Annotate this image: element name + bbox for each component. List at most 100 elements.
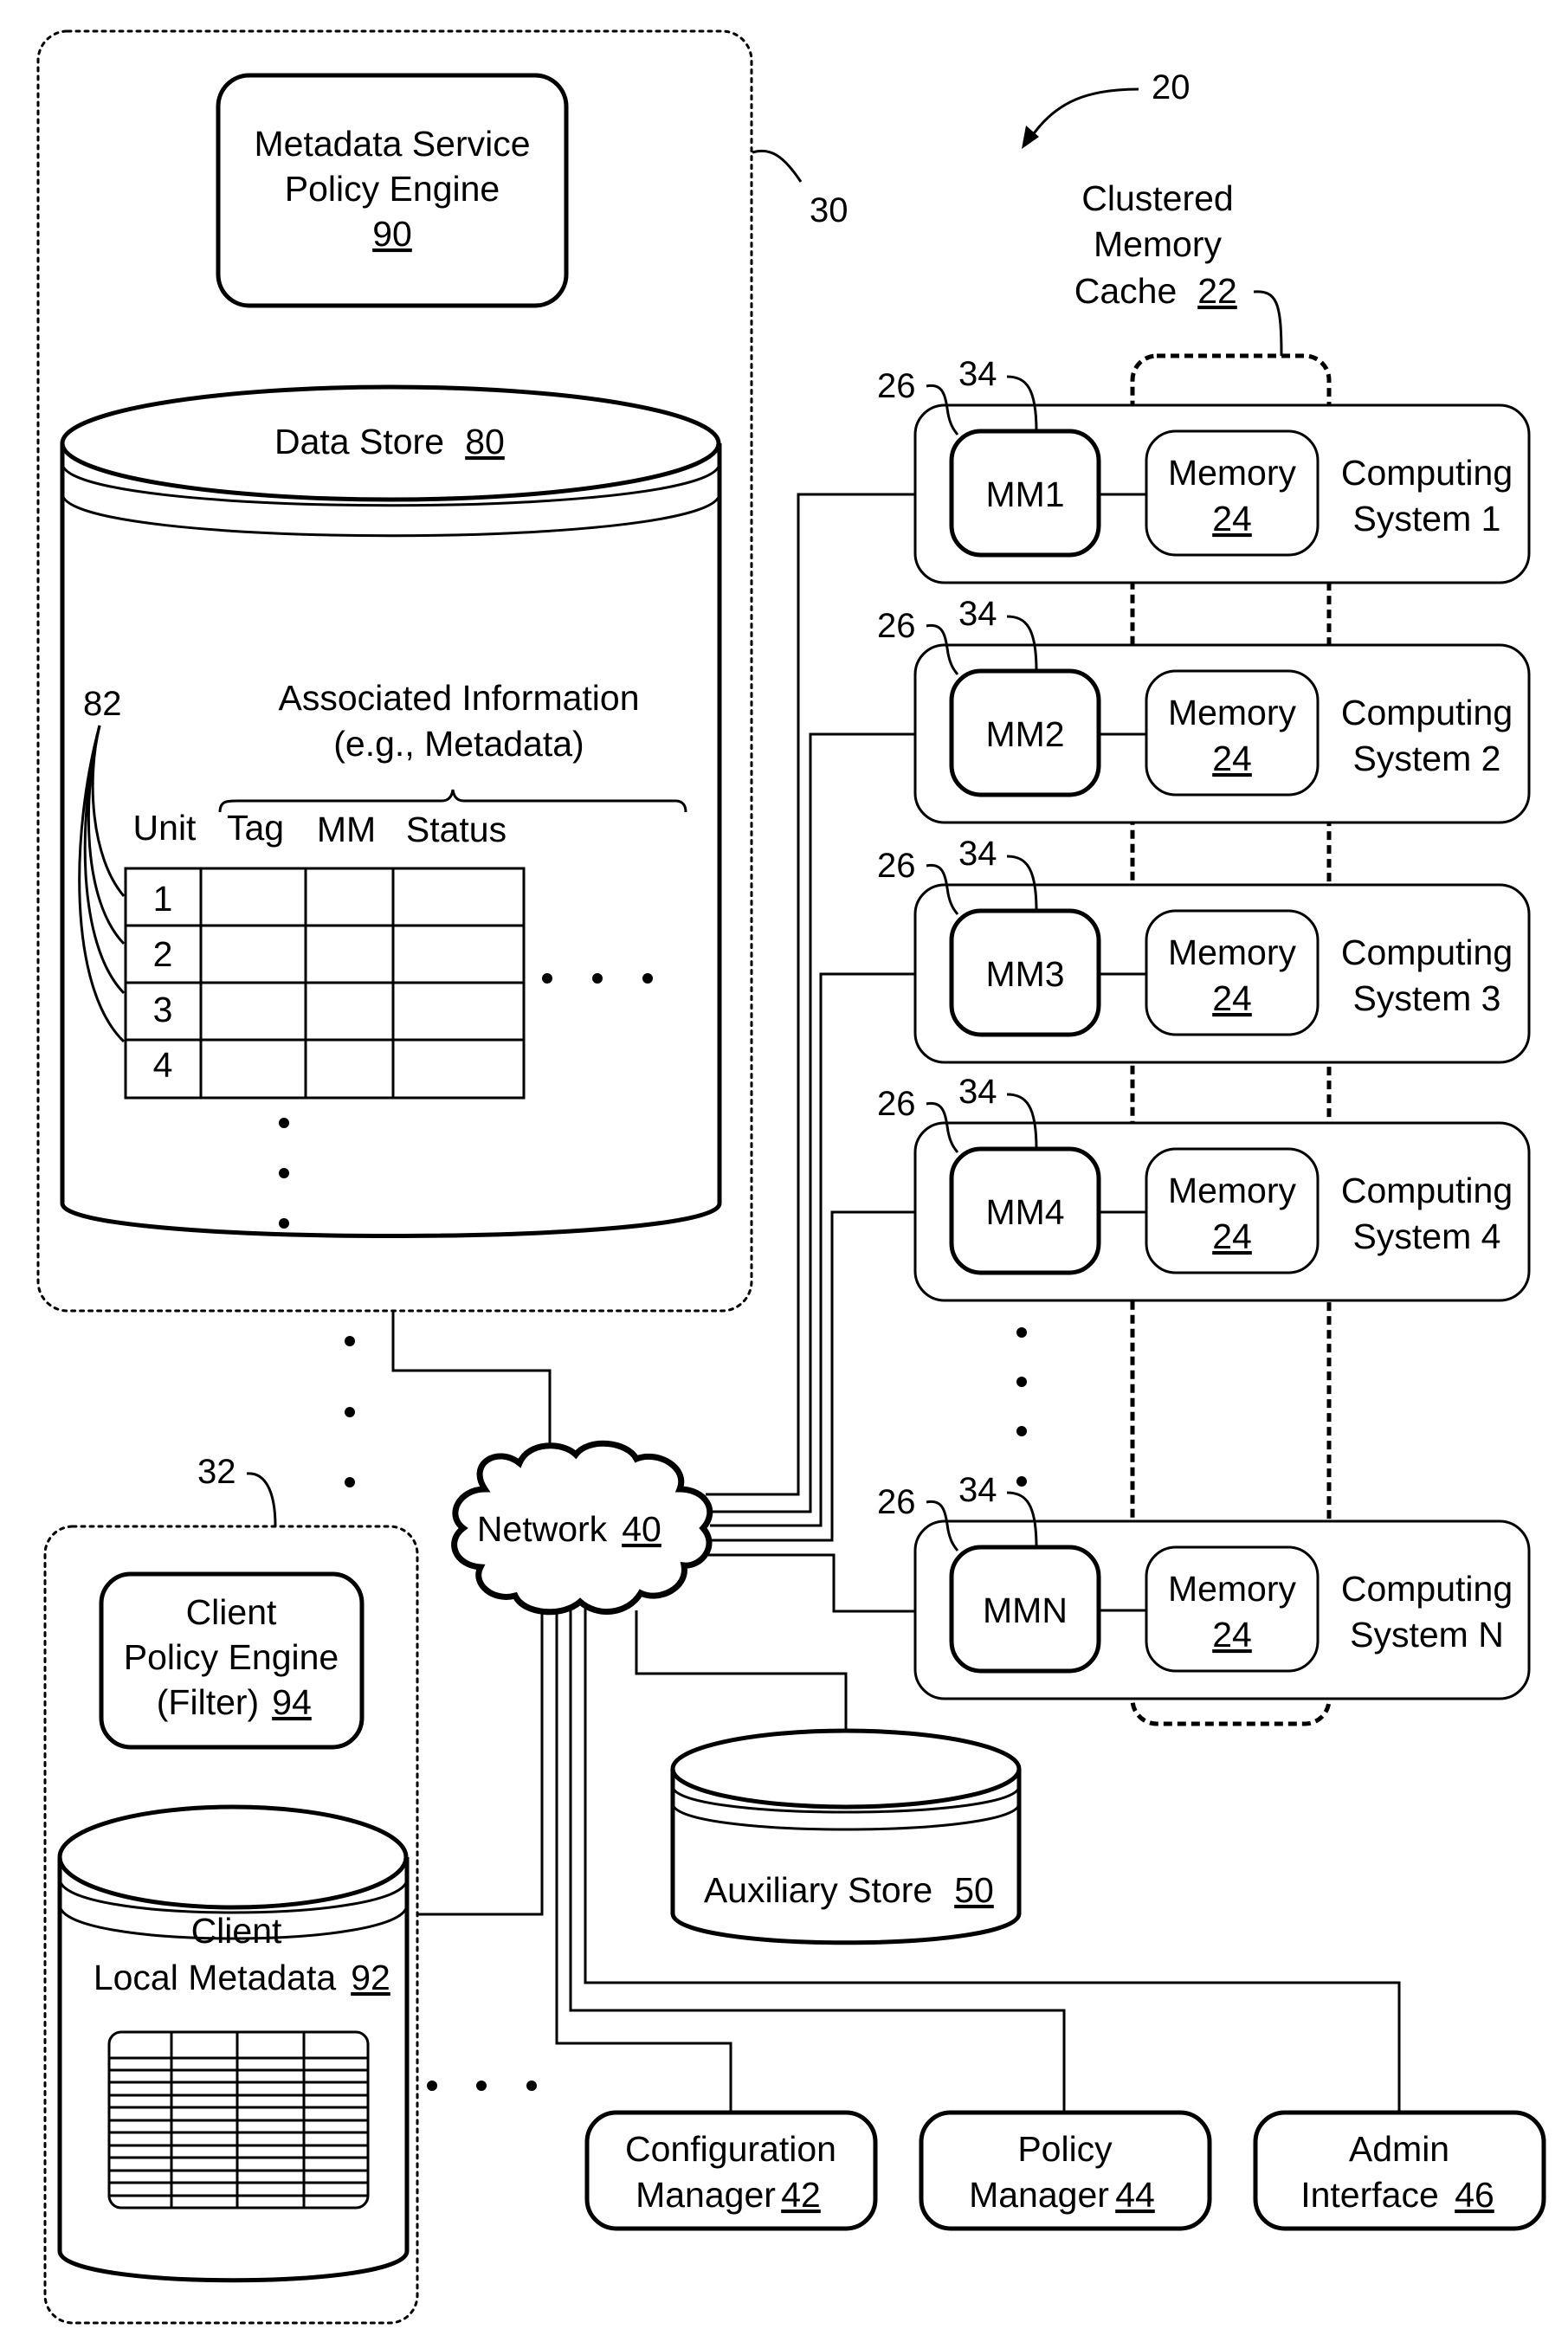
policy-engine-line1: Metadata Service (254, 124, 530, 164)
table-header-status: Status (406, 810, 507, 849)
memory-manager-label: MMN (983, 1590, 1068, 1630)
data-store-label: Data Store (274, 422, 444, 461)
client-local-metadata-ref: 92 (351, 1958, 390, 1997)
memory-label: Memory (1168, 1171, 1297, 1210)
client-policy-line1: Client (186, 1592, 277, 1632)
memory-ref: 24 (1212, 978, 1252, 1018)
computing-system[interactable]: MM1 Memory 24 Computing System 1 26 34 (877, 355, 1531, 584)
link-ref-label: 34 (958, 595, 997, 633)
more-computing-systems-ellipsis (1016, 1327, 1027, 1487)
client-ref: 32 (197, 1453, 236, 1491)
memory-label: Memory (1168, 1569, 1297, 1609)
link-ref-label: 34 (958, 1471, 997, 1509)
cluster-ref: 22 (1197, 271, 1237, 311)
computing-system-line1: Computing (1341, 1569, 1513, 1609)
system-diagram: 20 30 Metadata Service Policy Engine 90 … (36, 29, 1546, 2325)
table-row: 3 (153, 990, 173, 1029)
client-policy-ref: 94 (272, 1682, 312, 1722)
client-local-metadata-line1: Client (191, 1911, 282, 1951)
computing-system-line1: Computing (1341, 932, 1513, 972)
memory-manager-label: MM4 (985, 1192, 1064, 1232)
metadata-service-container: 30 Metadata Service Policy Engine 90 Dat… (36, 29, 849, 1313)
mm-ref-label: 26 (877, 1085, 916, 1123)
mm-ref-label: 26 (877, 847, 916, 885)
policy-engine-line2: Policy Engine (285, 169, 500, 209)
client-container: 32 Client Policy Engine (Filter) 94 Clie… (43, 1453, 419, 2325)
table-row: 2 (153, 934, 173, 974)
mm-ref-label: 26 (877, 1483, 916, 1521)
client-policy-line2: Policy Engine (124, 1637, 339, 1677)
network-cloud[interactable]: Network 40 (451, 1440, 713, 1616)
system-ref-label: 20 (1152, 68, 1191, 106)
cluster-line3: Cache (1074, 271, 1178, 311)
auxiliary-store-ref: 50 (954, 1870, 994, 1910)
auxiliary-store-cylinder[interactable]: Auxiliary Store 50 (670, 1728, 1022, 1945)
memory-ref: 24 (1212, 739, 1252, 778)
computing-system[interactable]: MMN Memory 24 Computing System N 26 34 (877, 1471, 1531, 1700)
metadata-service-ref: 30 (810, 191, 849, 229)
network-label: Network (477, 1509, 608, 1549)
computing-system-line2: System N (1350, 1615, 1504, 1655)
cluster-line1: Clustered (1081, 178, 1233, 218)
cluster-line2: Memory (1094, 224, 1223, 264)
table-row: 4 (153, 1045, 173, 1085)
policy-manager-line2: Manager (969, 2175, 1109, 2215)
config-manager-ref: 42 (781, 2175, 821, 2215)
config-manager-line1: Configuration (625, 2129, 836, 2169)
computing-system-line1: Computing (1341, 693, 1513, 732)
memory-manager-label: MM3 (985, 954, 1064, 994)
policy-manager-line1: Policy (1017, 2129, 1113, 2169)
table-header-unit: Unit (133, 808, 197, 848)
admin-interface-line2: Interface (1300, 2175, 1439, 2215)
table-row: 1 (153, 879, 173, 919)
computing-system-line2: System 4 (1353, 1216, 1501, 1256)
link-ref-label: 34 (958, 355, 997, 393)
config-manager-line2: Manager (636, 2175, 776, 2215)
client-local-metadata-line2: Local Metadata (94, 1958, 337, 1997)
memory-label: Memory (1168, 453, 1297, 493)
client-policy-line3: (Filter) (157, 1682, 259, 1722)
policy-manager[interactable]: Policy Manager 44 (919, 2110, 1212, 2231)
mm-ref-label: 26 (877, 607, 916, 645)
client-local-metadata-cylinder[interactable]: Client Local Metadata 92 (57, 1804, 410, 2283)
policy-engine-ref: 90 (372, 214, 412, 254)
computing-system[interactable]: MM4 Memory 24 Computing System 4 26 34 (877, 1073, 1531, 1302)
computing-system[interactable]: MM3 Memory 24 Computing System 3 26 34 (877, 835, 1531, 1064)
computing-system-line2: System 2 (1353, 739, 1501, 778)
link-ref-label: 34 (958, 1073, 997, 1111)
memory-ref: 24 (1212, 499, 1252, 539)
table-header-mm: MM (317, 810, 376, 849)
admin-interface[interactable]: Admin Interface 46 (1253, 2110, 1546, 2231)
computing-system-line2: System 3 (1353, 978, 1501, 1018)
client-policy-engine[interactable]: Client Policy Engine (Filter) 94 (99, 1571, 365, 1750)
client-metadata-table-icon (107, 2030, 370, 2210)
table-header-tag: Tag (227, 808, 284, 848)
computing-system-line2: System 1 (1353, 499, 1501, 539)
link-ref-label: 34 (958, 835, 997, 873)
admin-interface-ref: 46 (1455, 2175, 1494, 2215)
associated-info-line1: Associated Information (278, 678, 639, 718)
configuration-manager[interactable]: Configuration Manager 42 (584, 2110, 878, 2231)
more-clients-ellipsis (427, 2081, 537, 2091)
associated-info-line2: (e.g., Metadata) (333, 724, 584, 764)
computing-system-line1: Computing (1341, 1171, 1513, 1210)
more-services-ellipsis (345, 1336, 355, 1487)
computing-system[interactable]: MM2 Memory 24 Computing System 2 26 34 (877, 595, 1531, 824)
policy-manager-ref: 44 (1115, 2175, 1155, 2215)
auxiliary-store-label: Auxiliary Store (704, 1870, 932, 1910)
admin-interface-line1: Admin (1349, 2129, 1449, 2169)
memory-label: Memory (1168, 693, 1297, 732)
mm-ref-label: 26 (877, 367, 916, 405)
memory-ref: 24 (1212, 1216, 1252, 1256)
memory-label: Memory (1168, 932, 1297, 972)
units-ref: 82 (83, 685, 122, 723)
memory-manager-label: MM2 (985, 714, 1064, 754)
network-ref: 40 (622, 1509, 661, 1549)
memory-ref: 24 (1212, 1615, 1252, 1655)
data-store-ref: 80 (465, 422, 505, 461)
computing-system-line1: Computing (1341, 453, 1513, 493)
metadata-service-policy-engine[interactable]: Metadata Service Policy Engine 90 (216, 73, 569, 308)
data-store-title: Data Store 80 (274, 422, 505, 461)
memory-manager-label: MM1 (985, 474, 1064, 514)
system-ref-callout: 20 (1022, 68, 1191, 149)
